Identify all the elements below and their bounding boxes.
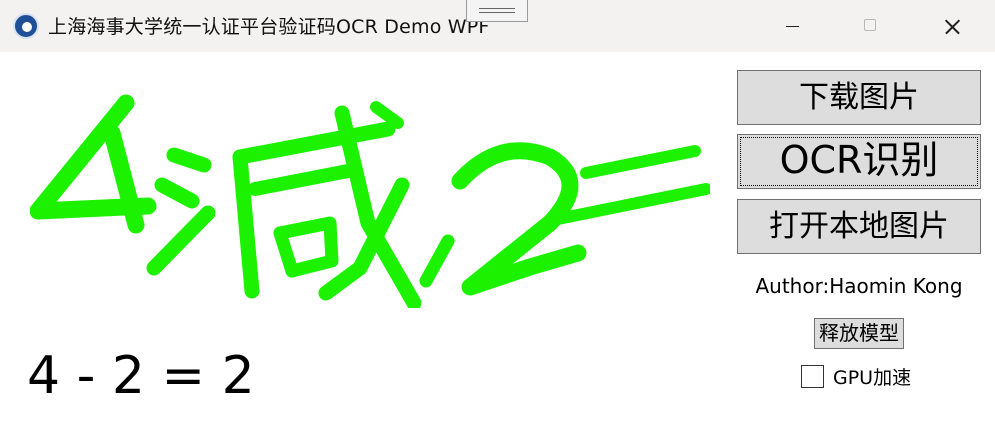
release-model-button[interactable]: 释放模型: [814, 318, 904, 349]
maximize-button[interactable]: [846, 0, 896, 52]
university-logo-icon: [13, 13, 39, 39]
window-title: 上海海事大学统一认证平台验证码OCR Demo WPF: [48, 16, 490, 38]
drag-grip-icon[interactable]: [466, 0, 528, 22]
gpu-acceleration-checkbox[interactable]: [801, 365, 824, 388]
download-image-button[interactable]: 下载图片: [737, 70, 981, 125]
title-bar[interactable]: 上海海事大学统一认证平台验证码OCR Demo WPF: [0, 0, 995, 53]
ocr-recognize-button[interactable]: OCR识别: [737, 134, 981, 189]
captcha-image: [30, 94, 710, 308]
gpu-acceleration-label[interactable]: GPU加速: [833, 363, 911, 390]
minimize-button[interactable]: [767, 0, 817, 52]
author-label: Author:Haomin Kong: [755, 274, 963, 298]
close-button[interactable]: [927, 0, 977, 52]
ocr-result: 4 - 2 = 2: [27, 346, 255, 406]
open-local-image-button[interactable]: 打开本地图片: [737, 199, 981, 254]
